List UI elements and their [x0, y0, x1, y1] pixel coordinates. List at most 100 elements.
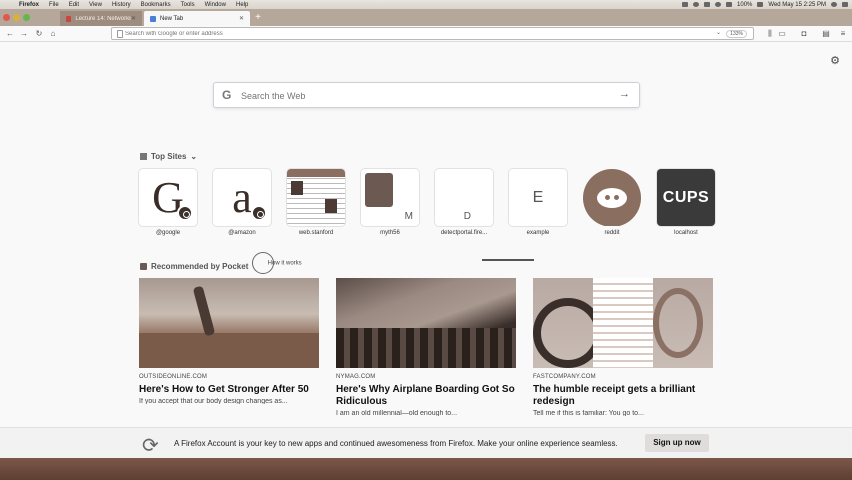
- wifi-icon[interactable]: [715, 2, 722, 7]
- menu-view[interactable]: View: [84, 2, 107, 8]
- pocket-heading[interactable]: Recommended by Pocket: [140, 262, 248, 271]
- menu-bookmarks[interactable]: Bookmarks: [136, 2, 176, 8]
- site-tile[interactable]: [583, 169, 641, 226]
- chevron-down-icon[interactable]: ⌄: [716, 29, 721, 36]
- close-window-icon[interactable]: [3, 14, 10, 21]
- gear-icon[interactable]: ⚙: [830, 54, 840, 67]
- top-site-myth56[interactable]: M myth56: [361, 169, 419, 236]
- story-image: [533, 278, 713, 368]
- reload-icon[interactable]: ↻: [33, 28, 45, 40]
- site-tile[interactable]: M: [361, 169, 419, 226]
- search-input[interactable]: [241, 89, 601, 103]
- site-glyph: D: [463, 211, 471, 222]
- top-site-stanford[interactable]: web.stanford: [287, 169, 345, 236]
- top-sites-heading[interactable]: Top Sites ⌄: [140, 152, 197, 161]
- site-tile[interactable]: [287, 169, 345, 226]
- story-card[interactable]: NYMAG.COM Here's Why Airplane Boarding G…: [336, 278, 516, 428]
- zoom-window-icon[interactable]: [23, 14, 30, 21]
- forward-arrow-icon[interactable]: →: [18, 28, 30, 40]
- firefox-account-bar: ⟳ A Firefox Account is your key to new a…: [0, 427, 852, 458]
- site-glyph: E: [532, 188, 544, 206]
- window-controls: [3, 14, 30, 21]
- mac-menubar: Firefox File Edit View History Bookmarks…: [0, 0, 852, 9]
- hamburger-menu-icon[interactable]: ≡: [838, 29, 848, 39]
- reader-icon[interactable]: ▤: [821, 29, 831, 39]
- menu-file[interactable]: File: [44, 2, 64, 8]
- story-snippet: I am an old millennial—old enough to...: [336, 410, 458, 416]
- url-bar[interactable]: ⌄ 133%: [111, 27, 754, 40]
- site-tile[interactable]: E: [509, 169, 567, 226]
- new-tab-plus-icon[interactable]: +: [252, 12, 264, 24]
- tab-new-tab[interactable]: New Tab ✕: [144, 11, 250, 26]
- tab-close-icon[interactable]: ✕: [131, 15, 136, 22]
- how-it-works-label: How it works: [267, 260, 302, 267]
- how-it-works-link[interactable]: How it works: [252, 252, 302, 274]
- menu-edit[interactable]: Edit: [64, 2, 84, 8]
- top-site-localhost[interactable]: CUPS localhost: [657, 169, 715, 236]
- story-title[interactable]: Here's How to Get Stronger After 50: [139, 384, 319, 396]
- new-tab-page: ⚙ G → Top Sites ⌄ G @google a: [0, 42, 852, 458]
- battery-percent: 100%: [737, 1, 753, 8]
- tab-label: New Tab: [160, 15, 184, 22]
- tab-strip: Lecture 14: Networking - Winter ✕ New Ta…: [0, 9, 852, 26]
- notification-center-icon[interactable]: [842, 2, 848, 7]
- menubar-clock[interactable]: Wed May 15 2:25 PM: [768, 2, 826, 8]
- nav-toolbar: ← → ↻ ⌂ ⌄ 133% ⫼ ▭ ◘ ▤ ≡: [0, 26, 852, 42]
- minimize-window-icon[interactable]: [13, 14, 20, 21]
- top-site-google[interactable]: G @google: [139, 169, 197, 236]
- search-go-arrow-icon[interactable]: →: [619, 88, 630, 100]
- pocket-divider: [482, 259, 534, 261]
- spotlight-icon[interactable]: [831, 2, 837, 7]
- web-search-box[interactable]: G →: [213, 82, 640, 108]
- library-icon[interactable]: ⫼: [765, 29, 775, 39]
- url-input[interactable]: [125, 30, 685, 38]
- dropbox-icon[interactable]: [682, 2, 689, 7]
- tab-close-icon[interactable]: ✕: [239, 15, 244, 22]
- pocket-stories: OUTSIDEONLINE.COM Here's How to Get Stro…: [139, 278, 713, 428]
- site-glyph: M: [404, 211, 413, 222]
- site-tile[interactable]: G: [139, 169, 197, 226]
- top-site-reddit[interactable]: reddit: [583, 169, 641, 236]
- sidebar-icon[interactable]: ▭: [777, 29, 787, 39]
- back-arrow-icon[interactable]: ←: [4, 28, 16, 40]
- battery-icon[interactable]: [757, 2, 764, 7]
- tab-lecture[interactable]: Lecture 14: Networking - Winter ✕: [60, 11, 142, 26]
- volume-icon[interactable]: [726, 2, 733, 7]
- site-glyph: CUPS: [662, 188, 710, 206]
- search-shortcut-icon: [177, 205, 193, 221]
- zoom-level-badge[interactable]: 133%: [726, 30, 747, 38]
- site-label: web.stanford: [298, 230, 334, 236]
- top-site-example[interactable]: E example: [509, 169, 567, 236]
- menu-window[interactable]: Window: [200, 2, 231, 8]
- pocket-icon[interactable]: ◘: [799, 29, 809, 39]
- menu-history[interactable]: History: [107, 2, 136, 8]
- sync-icon: ⟳: [142, 435, 159, 457]
- menu-app[interactable]: Firefox: [14, 2, 44, 8]
- story-card[interactable]: FASTCOMPANY.COM The humble receipt gets …: [533, 278, 713, 428]
- site-label: detectportal.fire...: [440, 230, 488, 236]
- story-title[interactable]: Here's Why Airplane Boarding Got So Ridi…: [336, 384, 516, 408]
- bluetooth-icon[interactable]: [704, 2, 711, 7]
- signup-message: A Firefox Account is your key to new app…: [174, 439, 618, 448]
- site-label: @amazon: [228, 230, 256, 236]
- story-source: NYMAG.COM: [336, 374, 376, 380]
- site-tile[interactable]: D: [435, 169, 493, 226]
- site-label: @google: [155, 230, 181, 236]
- menu-help[interactable]: Help: [231, 2, 253, 8]
- top-site-detectportal[interactable]: D detectportal.fire...: [435, 169, 493, 236]
- sign-up-button[interactable]: Sign up now: [645, 434, 709, 452]
- menu-tools[interactable]: Tools: [176, 2, 200, 8]
- story-source: FASTCOMPANY.COM: [533, 374, 596, 380]
- top-site-amazon[interactable]: a @amazon: [213, 169, 271, 236]
- story-title[interactable]: The humble receipt gets a brilliant rede…: [533, 384, 713, 408]
- timemachine-icon[interactable]: [693, 2, 700, 7]
- home-icon[interactable]: ⌂: [47, 28, 59, 40]
- grid-icon: [140, 153, 147, 160]
- site-tile[interactable]: a: [213, 169, 271, 226]
- site-label: myth56: [380, 230, 400, 236]
- firefox-window: Firefox File Edit View History Bookmarks…: [0, 0, 852, 480]
- story-card[interactable]: OUTSIDEONLINE.COM Here's How to Get Stro…: [139, 278, 319, 428]
- search-shortcut-icon: [251, 205, 267, 221]
- site-tile[interactable]: CUPS: [657, 169, 715, 226]
- site-label: reddit: [604, 230, 620, 236]
